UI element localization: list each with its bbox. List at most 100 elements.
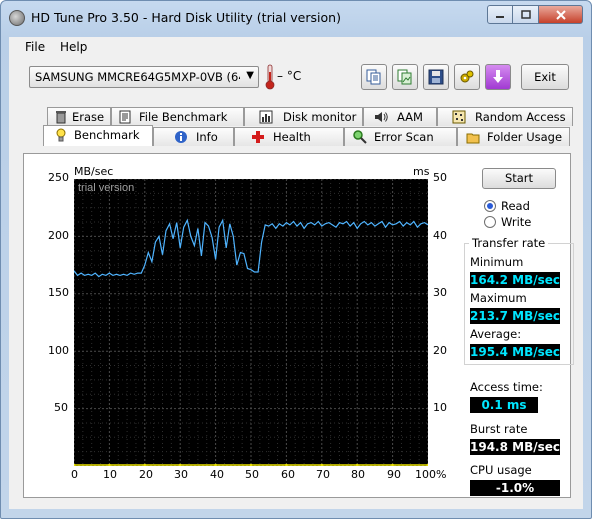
y-left-tick: 200 <box>48 229 69 242</box>
tab-benchmark-label: Benchmark <box>74 128 140 142</box>
start-button[interactable]: Start <box>482 168 556 189</box>
access-time-point <box>426 463 430 467</box>
tab-disk-monitor-label: Disk monitor <box>283 110 357 124</box>
minimize-button[interactable] <box>487 5 513 24</box>
benchmark-chart: trial version <box>72 178 430 467</box>
tab-info[interactable]: Info <box>153 127 234 146</box>
tab-random-access-label: Random Access <box>475 110 566 124</box>
download-button[interactable] <box>485 64 511 90</box>
y-right-tick: 40 <box>433 229 447 242</box>
average-value: 195.4 MB/sec <box>470 344 560 360</box>
options-button[interactable] <box>454 64 480 90</box>
tab-error-scan-label: Error Scan <box>374 130 434 144</box>
floppy-disk-icon <box>428 69 444 85</box>
menu-help[interactable]: Help <box>60 40 87 54</box>
access-time-point <box>249 463 253 467</box>
maximum-value: 213.7 MB/sec <box>470 308 560 324</box>
x-tick: 10 <box>103 468 117 481</box>
burst-rate-value: 194.8 MB/sec <box>470 439 560 455</box>
access-time-point <box>143 463 147 467</box>
main-frame: SAMSUNG MMCRE64G5MXP-0VB (64 GB) ▼ – °C <box>9 57 583 509</box>
close-button[interactable] <box>539 5 583 24</box>
y-right-tick: 30 <box>433 286 447 299</box>
access-time-value: 0.1 ms <box>470 397 538 413</box>
thermometer-icon <box>265 64 275 90</box>
x-tick: 60 <box>281 468 295 481</box>
red-cross-icon <box>252 131 264 143</box>
lightbulb-icon <box>56 128 66 142</box>
save-button[interactable] <box>423 64 449 90</box>
tab-folder-usage-label: Folder Usage <box>487 130 563 144</box>
copy-image-icon <box>397 69 412 85</box>
x-tick: 90 <box>387 468 401 481</box>
tab-erase[interactable]: Erase <box>47 107 111 126</box>
access-time-point <box>355 463 359 467</box>
close-icon <box>555 9 566 20</box>
access-time-point <box>320 463 324 467</box>
x-tick: 50 <box>245 468 259 481</box>
tab-aam[interactable]: AAM <box>363 107 437 126</box>
read-radio[interactable] <box>484 200 496 212</box>
maximum-label: Maximum <box>470 291 527 305</box>
y-right-tick: 20 <box>433 344 447 357</box>
exit-button[interactable]: Exit <box>521 64 569 90</box>
tab-erase-label: Erase <box>72 110 105 124</box>
tab-health-label: Health <box>273 130 311 144</box>
tab-folder-usage[interactable]: Folder Usage <box>457 127 570 146</box>
y-left-tick: 150 <box>48 286 69 299</box>
tab-health[interactable]: Health <box>234 127 344 146</box>
copy-icon <box>366 69 381 85</box>
title-bar[interactable]: HD Tune Pro 3.50 - Hard Disk Utility (tr… <box>1 1 591 35</box>
disk-app-icon <box>9 10 25 26</box>
x-tick: 20 <box>139 468 153 481</box>
access-time-point <box>72 463 76 467</box>
benchmark-panel: MB/sec ms 250 200 150 100 50 50 40 30 20… <box>23 153 574 498</box>
drive-selector[interactable]: SAMSUNG MMCRE64G5MXP-0VB (64 GB) ▼ <box>29 66 259 88</box>
tab-error-scan[interactable]: Error Scan <box>344 127 457 146</box>
tab-aam-label: AAM <box>397 110 423 124</box>
tab-benchmark[interactable]: Benchmark <box>43 125 153 146</box>
y-left-tick: 250 <box>48 171 69 184</box>
minimize-icon <box>496 15 504 18</box>
folder-icon <box>466 133 480 144</box>
access-time-point <box>391 463 394 467</box>
menu-bar: File Help <box>9 37 583 57</box>
minimum-label: Minimum <box>470 255 524 269</box>
read-radio-label: Read <box>501 199 530 213</box>
y-left-tick: 100 <box>48 344 69 357</box>
y-axis-right-label: ms <box>413 165 430 178</box>
window-title: HD Tune Pro 3.50 - Hard Disk Utility (tr… <box>31 10 341 25</box>
menu-file[interactable]: File <box>25 40 45 54</box>
gear-icon <box>460 70 474 83</box>
write-radio[interactable] <box>484 216 496 228</box>
x-tick: 0 <box>71 468 78 481</box>
average-label: Average: <box>470 327 522 341</box>
arrow-down-icon <box>493 70 503 83</box>
burst-rate-label: Burst rate <box>470 422 528 436</box>
transfer-rate-title: Transfer rate <box>469 236 549 250</box>
x-tick: 30 <box>174 468 188 481</box>
copy-text-button[interactable] <box>361 64 387 90</box>
minimum-value: 164.2 MB/sec <box>470 272 560 288</box>
x-tick: 100% <box>415 468 447 481</box>
toolbar: SAMSUNG MMCRE64G5MXP-0VB (64 GB) ▼ – °C <box>9 57 583 101</box>
y-right-tick: 50 <box>433 171 447 184</box>
x-tick: 80 <box>351 468 365 481</box>
chart-watermark: trial version <box>78 182 134 194</box>
benchmark-chart-svg: trial version <box>72 178 430 467</box>
info-icon <box>175 131 187 143</box>
tab-disk-monitor[interactable]: Disk monitor <box>244 107 363 126</box>
file-document-icon <box>119 110 131 124</box>
tab-random-access[interactable]: Random Access <box>437 107 573 126</box>
magnifier-icon <box>353 130 367 144</box>
write-radio-label: Write <box>501 215 532 229</box>
temperature-readout: – °C <box>277 69 302 83</box>
tab-file-benchmark[interactable]: File Benchmark <box>111 107 244 126</box>
tab-file-benchmark-label: File Benchmark <box>139 110 228 124</box>
copy-screenshot-button[interactable] <box>392 64 418 90</box>
bar-chart-icon <box>259 110 273 124</box>
y-axis-left-label: MB/sec <box>74 165 114 178</box>
access-time-point <box>285 463 288 467</box>
maximize-icon <box>520 9 531 19</box>
maximize-button[interactable] <box>513 5 539 24</box>
